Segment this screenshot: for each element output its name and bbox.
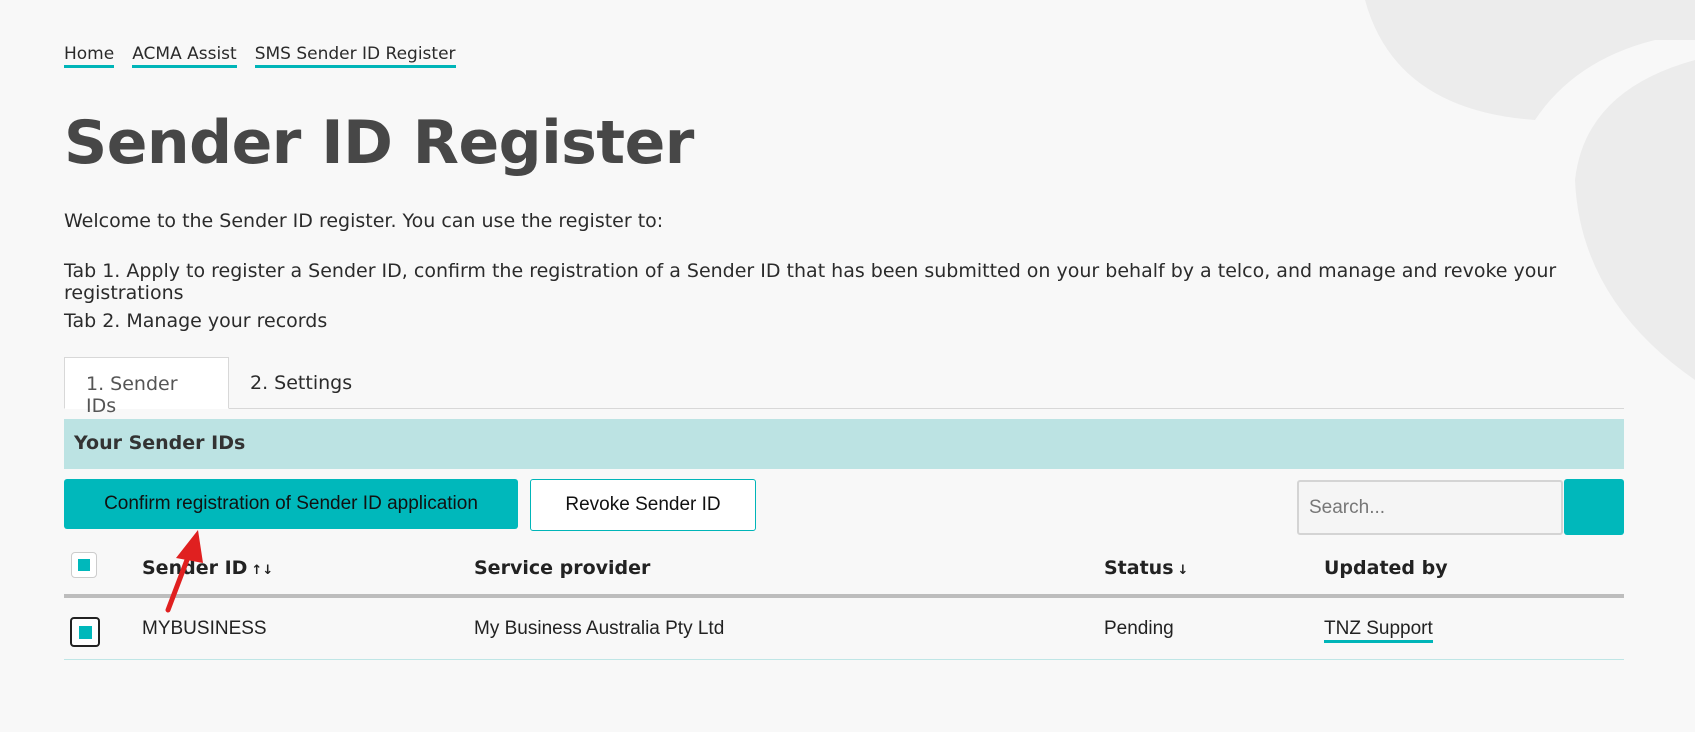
sort-icon: ↓: [1177, 563, 1189, 578]
column-header-updated-by: Updated by: [1324, 557, 1448, 579]
section-header: Your Sender IDs: [64, 419, 1624, 469]
breadcrumb-acma-assist-link[interactable]: ACMA Assist: [132, 44, 237, 68]
sort-icon: ↑↓: [251, 563, 274, 578]
intro-text: Welcome to the Sender ID register. You c…: [64, 210, 664, 232]
page-title: Sender ID Register: [64, 108, 694, 178]
updated-by-link[interactable]: TNZ Support: [1324, 618, 1433, 643]
intro-tab1-text: Tab 1. Apply to register a Sender ID, co…: [64, 260, 1557, 304]
tab-sender-ids[interactable]: 1. Sender IDs: [64, 357, 229, 417]
cell-service-provider: My Business Australia Pty Ltd: [474, 618, 725, 639]
column-header-status[interactable]: Status ↓: [1104, 557, 1188, 579]
select-all-checkbox[interactable]: [71, 552, 97, 578]
confirm-registration-button[interactable]: Confirm registration of Sender ID applic…: [64, 479, 518, 529]
breadcrumb-home-link[interactable]: Home: [64, 44, 115, 68]
search-input[interactable]: [1297, 480, 1563, 535]
table-row: MYBUSINESS My Business Australia Pty Ltd…: [64, 598, 1624, 660]
cell-sender-id: MYBUSINESS: [142, 618, 267, 639]
tab-bar: 1. Sender IDs 2. Settings: [64, 357, 1624, 417]
annotation-arrow-icon: [165, 530, 203, 613]
column-header-service-provider: Service provider: [474, 557, 651, 579]
background-decoration: [1365, 0, 1695, 380]
table-header: Sender ID ↑↓ Service provider Status ↓ Upd…: [64, 545, 1624, 598]
row-checkbox[interactable]: [70, 617, 100, 647]
breadcrumb: Home ACMA Assist SMS Sender ID Register: [64, 44, 456, 68]
breadcrumb-sms-register-link[interactable]: SMS Sender ID Register: [254, 44, 456, 68]
revoke-sender-id-button[interactable]: Revoke Sender ID: [530, 479, 756, 531]
search-button[interactable]: [1564, 479, 1624, 535]
cell-status: Pending: [1104, 618, 1174, 639]
intro-tab2-text: Tab 2. Manage your records: [64, 310, 328, 332]
tab-settings[interactable]: 2. Settings: [229, 357, 373, 409]
